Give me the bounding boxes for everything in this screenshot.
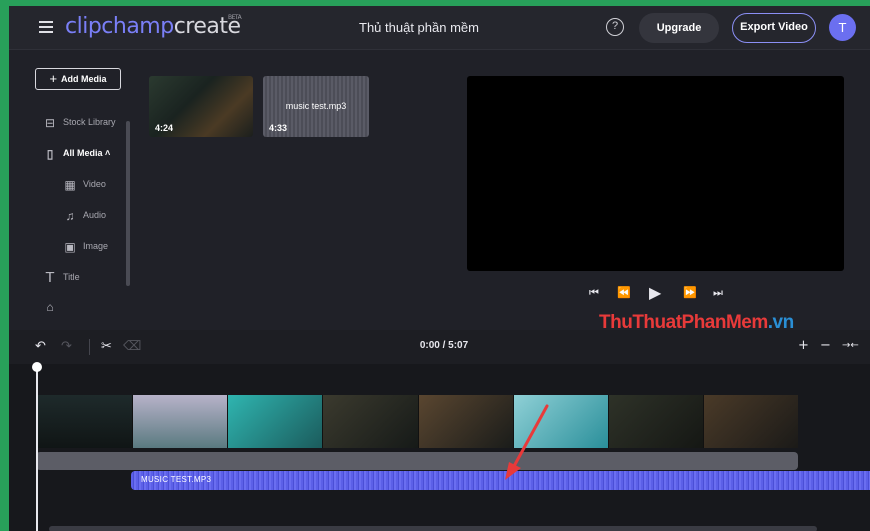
media-thumbnail-audio[interactable]: music test.mp3 4:33 [263,76,369,137]
sidebar-item-audio[interactable]: ♫ Audio [63,209,107,223]
video-frame [608,395,704,448]
export-video-button[interactable]: Export Video [732,13,816,43]
plus-icon: + [49,71,58,86]
sidebar-item-image[interactable]: ▣ Image [63,240,108,254]
play-icon[interactable]: ▶ [649,283,661,302]
app-logo: clipchampcreate BETA [65,14,242,39]
zoom-out-icon[interactable]: − [820,338,831,353]
media-sidebar: + Add Media ⊟ Stock Library ▯ All Media ˄ ▦… [35,68,130,313]
file-icon: ▯ [46,147,54,161]
sidebar-scrollbar[interactable] [126,121,130,286]
sidebar-item-all-media[interactable]: ▯ All Media ˄ [43,147,127,161]
redo-icon[interactable]: ↷ [61,339,72,354]
red-arrow-annotation [505,404,549,480]
audio-clip-label: MUSIC TEST.MP3 [141,475,212,484]
text-icon: T [45,269,55,286]
chevron-up-icon: ˄ [105,148,111,158]
skip-end-icon[interactable]: ⏭ [713,286,723,300]
rewind-icon[interactable]: ⏪ [617,286,631,299]
app-window: clipchampcreate BETA Thủ thuật phần mềm … [0,0,870,531]
scissors-icon[interactable]: ✂ [101,339,112,354]
upgrade-button[interactable]: Upgrade [639,13,719,43]
media-name: music test.mp3 [285,101,347,111]
skip-start-icon[interactable]: ⏮ [589,286,599,300]
music-icon: ♫ [65,209,75,223]
beta-badge: BETA [228,14,242,21]
playhead-line[interactable] [36,366,38,531]
fit-icon[interactable]: →← [842,340,859,351]
video-frame [133,395,229,448]
project-title[interactable]: Thủ thuật phần mềm [339,20,499,35]
top-bar: clipchampcreate BETA Thủ thuật phần mềm … [9,6,870,50]
media-thumbnail-video[interactable]: 4:24 [149,76,253,137]
sidebar-item-more[interactable]: ⌂ [43,300,63,313]
trash-icon[interactable]: ⌫ [123,339,141,354]
menu-icon[interactable] [39,21,53,33]
video-frame [38,395,134,448]
playhead-handle[interactable] [32,362,42,372]
timeline-toolbar: ↶ ↷ ✂ ⌫ 0:00 / 5:07 + − →← [9,330,870,364]
fast-forward-icon[interactable]: ⏩ [683,286,697,299]
divider [89,339,90,355]
undo-icon[interactable]: ↶ [35,339,46,354]
timeline-scrollbar[interactable] [49,526,817,531]
sidebar-item-stock-library[interactable]: ⊟ Stock Library [43,116,127,130]
video-frame [228,395,324,448]
player-controls: ⏮ ⏪ ▶ ⏩ ⏭ [586,283,726,306]
store-icon: ⊟ [44,116,56,130]
add-media-button[interactable]: + Add Media [35,68,121,90]
sidebar-item-title[interactable]: T Title [43,269,79,286]
video-clip-handle[interactable] [36,452,798,470]
avatar[interactable]: T [829,14,856,41]
timeline-panel: ↶ ↷ ✂ ⌫ 0:00 / 5:07 + − →← MUSIC TEST.MP… [9,330,870,531]
sidebar-item-video[interactable]: ▦ Video [63,178,106,192]
video-frame [703,395,798,448]
shape-icon: ⌂ [46,300,54,313]
video-track[interactable] [38,395,798,448]
duration-label: 4:33 [269,123,288,133]
time-display: 0:00 / 5:07 [419,340,469,351]
duration-label: 4:24 [155,123,174,133]
video-preview[interactable] [467,76,844,271]
image-icon: ▣ [64,240,76,254]
help-icon[interactable]: ? [606,18,624,36]
video-frame [323,395,419,448]
zoom-in-icon[interactable]: + [798,338,809,353]
film-icon: ▦ [64,178,76,192]
